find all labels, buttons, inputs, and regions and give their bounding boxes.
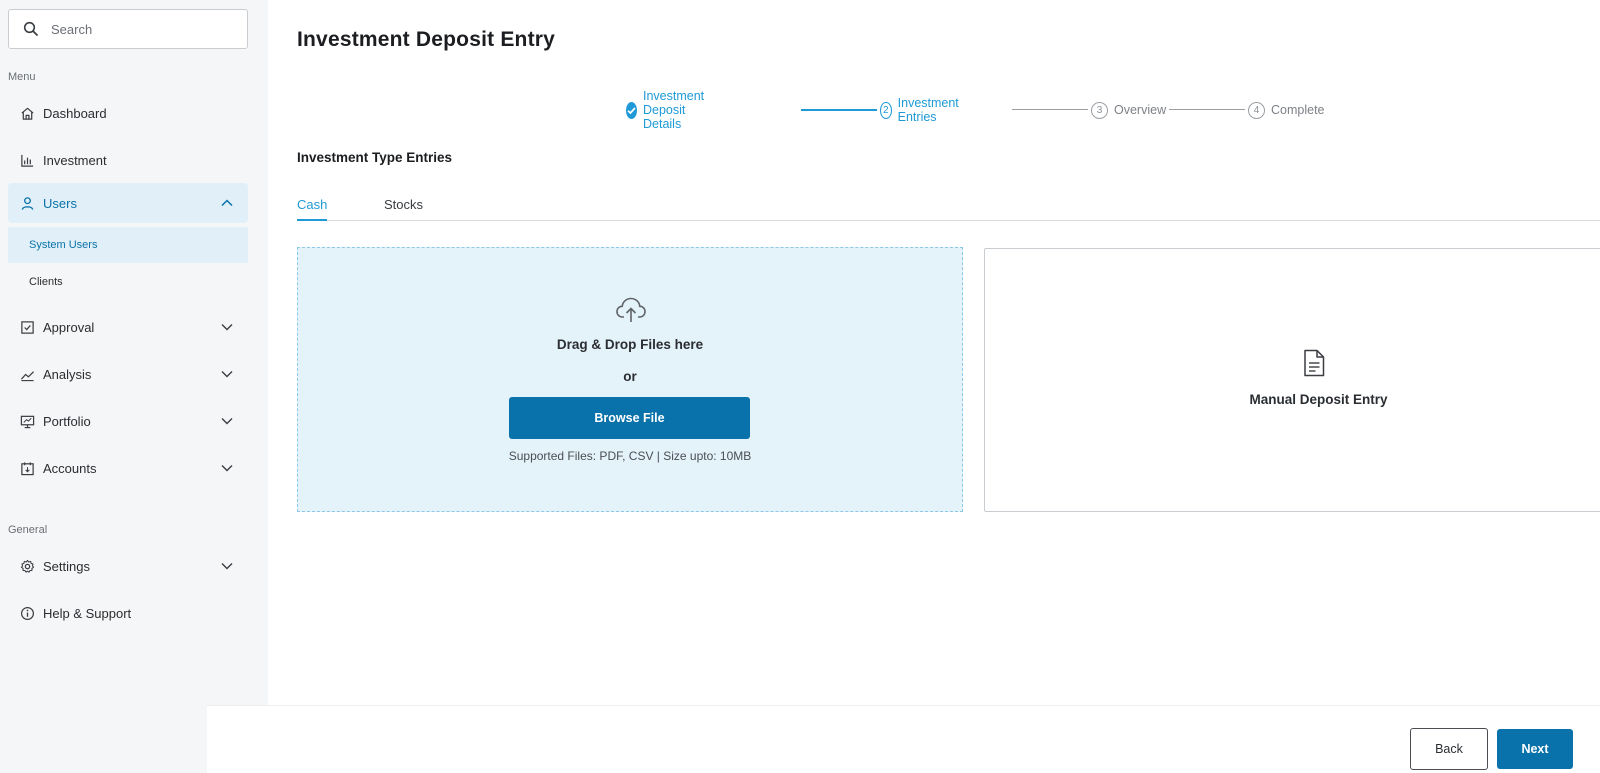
chevron-down-icon[interactable] bbox=[220, 461, 234, 475]
sidebar-item-users[interactable]: Users bbox=[8, 183, 248, 223]
cloud-upload-icon bbox=[616, 297, 646, 322]
page-title: Investment Deposit Entry bbox=[297, 28, 556, 51]
step-label: Complete bbox=[1271, 103, 1325, 117]
sidebar-item-approval[interactable]: Approval bbox=[8, 307, 248, 347]
menu-section-label: Menu bbox=[8, 71, 36, 83]
sidebar-item-label: Approval bbox=[43, 319, 95, 335]
step-label: Overview bbox=[1114, 103, 1167, 117]
supported-files-note: Supported Files: PDF, CSV | Size upto: 1… bbox=[508, 449, 752, 463]
chevron-down-icon[interactable] bbox=[220, 320, 234, 334]
general-section-label: General bbox=[8, 524, 48, 536]
user-icon bbox=[19, 195, 35, 211]
sidebar-item-dashboard[interactable]: Dashboard bbox=[8, 93, 248, 133]
sidebar: Menu Dashboard Investment Users System U… bbox=[0, 0, 268, 773]
presentation-icon bbox=[19, 413, 35, 429]
next-button[interactable]: Next bbox=[1497, 729, 1573, 769]
sidebar-item-label: Portfolio bbox=[43, 413, 91, 429]
footer-bar bbox=[207, 705, 1600, 773]
sidebar-item-label: Investment bbox=[43, 152, 107, 168]
step-complete[interactable]: 4 Complete bbox=[1248, 100, 1325, 120]
sidebar-item-label: Settings bbox=[43, 558, 90, 574]
chevron-down-icon[interactable] bbox=[220, 367, 234, 381]
step-label: Investment Deposit Details bbox=[643, 89, 705, 131]
step-connector bbox=[801, 109, 877, 111]
document-icon bbox=[1304, 349, 1325, 377]
manual-deposit-entry-label: Manual Deposit Entry bbox=[1249, 392, 1388, 407]
sidebar-item-investment[interactable]: Investment bbox=[8, 140, 248, 180]
browse-file-button[interactable]: Browse File bbox=[509, 397, 750, 439]
chevron-up-icon[interactable] bbox=[220, 196, 234, 210]
step-investment-entries[interactable]: 2 Investment Entries bbox=[880, 96, 964, 124]
search-box[interactable] bbox=[8, 9, 248, 49]
step-number: 2 bbox=[880, 101, 892, 119]
manual-deposit-entry-card[interactable]: Manual Deposit Entry bbox=[984, 248, 1600, 512]
tab-bar: Cash Stocks bbox=[297, 188, 1600, 221]
check-icon bbox=[626, 101, 637, 119]
file-dropzone[interactable]: Drag & Drop Files here or Browse File Su… bbox=[297, 247, 963, 512]
step-number: 4 bbox=[1248, 101, 1265, 119]
calendar-icon bbox=[19, 460, 35, 476]
sidebar-item-label: Users bbox=[43, 195, 77, 211]
gear-icon bbox=[19, 558, 35, 574]
sidebar-item-label: Accounts bbox=[43, 460, 97, 476]
sidebar-item-label: Dashboard bbox=[43, 105, 107, 121]
sidebar-item-portfolio[interactable]: Portfolio bbox=[8, 401, 248, 441]
sidebar-subitem-system-users[interactable]: System Users bbox=[8, 227, 248, 263]
dropzone-title: Drag & Drop Files here bbox=[556, 337, 704, 352]
search-icon bbox=[23, 21, 38, 36]
sidebar-item-label: Analysis bbox=[43, 366, 92, 382]
step-connector bbox=[1169, 109, 1245, 110]
step-label: Investment Entries bbox=[897, 96, 959, 124]
step-overview[interactable]: 3 Overview bbox=[1091, 100, 1166, 120]
step-number: 3 bbox=[1091, 101, 1108, 119]
back-button[interactable]: Back bbox=[1410, 728, 1488, 770]
sidebar-subitem-clients[interactable]: Clients bbox=[8, 264, 248, 300]
bar-chart-icon bbox=[19, 152, 35, 168]
info-icon bbox=[19, 605, 35, 621]
step-investment-deposit-details[interactable]: Investment Deposit Details bbox=[626, 89, 710, 131]
checkbox-icon bbox=[19, 319, 35, 335]
dropzone-or: or bbox=[623, 369, 637, 384]
search-input[interactable] bbox=[51, 21, 231, 37]
trend-icon bbox=[19, 366, 35, 382]
home-icon bbox=[19, 105, 35, 121]
section-title: Investment Type Entries bbox=[297, 150, 453, 165]
sidebar-item-help-support[interactable]: Help & Support bbox=[8, 593, 248, 633]
tab-cash[interactable]: Cash bbox=[297, 188, 328, 221]
sidebar-item-settings[interactable]: Settings bbox=[8, 546, 248, 586]
step-connector bbox=[1012, 109, 1088, 110]
chevron-down-icon[interactable] bbox=[220, 559, 234, 573]
chevron-down-icon[interactable] bbox=[220, 414, 234, 428]
sidebar-item-analysis[interactable]: Analysis bbox=[8, 354, 248, 394]
sidebar-item-accounts[interactable]: Accounts bbox=[8, 448, 248, 488]
sidebar-item-label: Help & Support bbox=[43, 605, 132, 621]
tab-stocks[interactable]: Stocks bbox=[384, 188, 423, 221]
